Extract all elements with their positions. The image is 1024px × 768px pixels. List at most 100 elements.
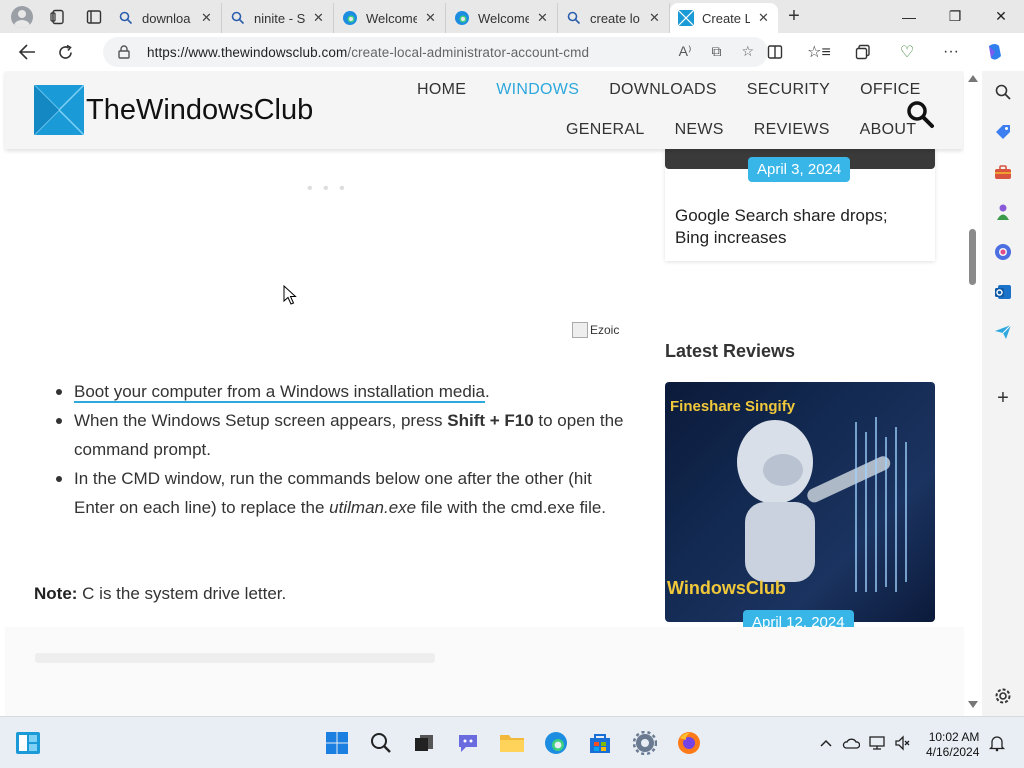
note-label: Note:	[34, 584, 78, 603]
nav-news[interactable]: NEWS	[675, 121, 724, 139]
note-text: C is the system drive letter.	[77, 584, 287, 603]
search-icon	[566, 10, 582, 26]
tab-title: create lo	[590, 10, 640, 26]
news-card[interactable]: April 3, 2024 Google Search share drops;…	[665, 149, 935, 261]
browser-tab[interactable]: Welcome ✕	[446, 3, 558, 33]
site-logo[interactable]: TheWindowsClub	[33, 84, 314, 136]
settings-gear-icon[interactable]	[631, 729, 659, 757]
task-view-icon[interactable]	[410, 729, 438, 757]
edge-icon	[342, 10, 358, 26]
primary-nav: HOME WINDOWS DOWNLOADS SECURITY OFFICE	[417, 81, 921, 99]
browser-essentials-button[interactable]: ♡	[888, 37, 926, 67]
sidebar-tools-icon[interactable]	[992, 161, 1014, 183]
url-host: https://www.thewindowsclub.com	[147, 44, 348, 60]
minimize-button[interactable]: —	[886, 0, 932, 33]
app-available-icon[interactable]: ⧉	[711, 43, 721, 60]
taskbar-clock[interactable]: 10:02 AM 4/16/2024	[926, 730, 979, 760]
nav-security[interactable]: SECURITY	[747, 81, 830, 99]
nav-reviews[interactable]: REVIEWS	[754, 121, 830, 139]
page-scrollbar[interactable]	[964, 71, 982, 716]
url-text[interactable]: https://www.thewindowsclub.com/create-lo…	[147, 45, 589, 60]
lock-icon[interactable]	[117, 45, 131, 59]
onedrive-cloud-icon[interactable]	[840, 729, 862, 757]
browser-tab-active[interactable]: Create Lo ✕	[670, 3, 778, 33]
sidebar-games-icon[interactable]	[992, 201, 1014, 223]
settings-more-button[interactable]: ···	[932, 37, 970, 67]
start-icon[interactable]	[323, 729, 351, 757]
sidebar-m365-icon[interactable]	[992, 241, 1014, 263]
firefox-icon[interactable]	[675, 729, 703, 757]
chat-icon[interactable]	[454, 729, 482, 757]
browser-tab[interactable]: create lo ✕	[558, 3, 670, 33]
browser-tab[interactable]: Welcome ✕	[334, 3, 446, 33]
site-search-icon[interactable]	[905, 99, 935, 129]
scroll-up-icon[interactable]	[968, 75, 978, 82]
copilot-button[interactable]	[976, 37, 1014, 67]
sidebar-send-icon[interactable]	[992, 321, 1014, 343]
close-tab-icon[interactable]: ✕	[649, 10, 661, 26]
review-image-brand: Fineshare Singify	[670, 398, 796, 415]
sticky-ad-banner[interactable]	[5, 627, 964, 716]
show-hidden-icons-chevron-icon[interactable]	[815, 729, 837, 757]
sidebar-search-icon[interactable]	[992, 81, 1014, 103]
nav-windows[interactable]: WINDOWS	[496, 81, 579, 99]
workspaces-button[interactable]	[42, 3, 74, 31]
close-tab-icon[interactable]: ✕	[425, 10, 437, 26]
taskbar-search-icon[interactable]	[367, 729, 395, 757]
store-icon[interactable]	[586, 729, 614, 757]
clock-date: 4/16/2024	[926, 745, 980, 759]
favorites-icon: ☆≡	[807, 44, 831, 61]
logo-text: TheWindowsClub	[86, 93, 314, 126]
tab-title: Welcome	[478, 10, 529, 26]
sidebar-outlook-icon[interactable]	[992, 281, 1014, 303]
favorite-star-icon[interactable]: ☆	[741, 43, 754, 60]
browser-tab[interactable]: ninite - S ✕	[222, 3, 334, 33]
list-item: When the Windows Setup screen appears, p…	[34, 406, 624, 464]
tab-title: Create Lo	[702, 10, 750, 26]
tab-title: Welcome	[366, 10, 417, 26]
nav-general[interactable]: GENERAL	[566, 121, 645, 139]
new-tab-button[interactable]: +	[778, 2, 810, 32]
close-tab-icon[interactable]: ✕	[758, 10, 770, 26]
notification-icon[interactable]	[986, 729, 1008, 757]
split-screen-button[interactable]	[756, 37, 794, 67]
widgets-icon[interactable]	[14, 729, 42, 757]
read-aloud-icon[interactable]: A⁾	[679, 43, 692, 60]
file-explorer-icon[interactable]	[498, 729, 526, 757]
profile-button[interactable]	[6, 3, 38, 31]
split-screen-icon	[767, 45, 783, 59]
close-tab-icon[interactable]: ✕	[313, 10, 325, 26]
search-icon	[118, 10, 134, 26]
review-image[interactable]: Fineshare Singify WindowsClub	[665, 382, 935, 622]
collections-button[interactable]	[844, 37, 882, 67]
close-window-button[interactable]: ✕	[978, 0, 1024, 33]
sidebar-add-icon[interactable]: +	[992, 387, 1014, 409]
news-card-title[interactable]: Google Search share drops; Bing increase…	[675, 205, 925, 249]
close-tab-icon[interactable]: ✕	[201, 10, 213, 26]
address-bar[interactable]: https://www.thewindowsclub.com/create-lo…	[103, 37, 768, 67]
scroll-down-icon[interactable]	[968, 701, 978, 708]
scroll-thumb[interactable]	[969, 229, 976, 285]
sidebar-shopping-icon[interactable]	[992, 121, 1014, 143]
network-icon[interactable]	[866, 729, 888, 757]
step-suffix: .	[485, 382, 490, 401]
boot-installation-media-link[interactable]: Boot your computer from a Windows instal…	[74, 382, 486, 403]
browser-tab[interactable]: downloa ✕	[110, 3, 222, 33]
tab-actions-button[interactable]	[78, 3, 110, 31]
tab-title: downloa	[142, 10, 191, 26]
favorites-button[interactable]: ☆≡	[800, 37, 838, 67]
sidebar-settings-icon[interactable]	[992, 685, 1014, 707]
nav-downloads[interactable]: DOWNLOADS	[609, 81, 717, 99]
ezoic-ad-image[interactable]: Ezoic	[572, 322, 619, 338]
refresh-button[interactable]	[48, 36, 82, 68]
nav-home[interactable]: HOME	[417, 81, 466, 99]
volume-muted-icon[interactable]	[892, 729, 914, 757]
list-item: Boot your computer from a Windows instal…	[34, 377, 624, 406]
ezoic-label: Ezoic	[590, 323, 620, 337]
edge-taskbar-icon[interactable]	[542, 729, 570, 757]
workspaces-icon	[50, 9, 64, 24]
close-tab-icon[interactable]: ✕	[537, 10, 549, 26]
back-button[interactable]	[10, 36, 44, 68]
maximize-button[interactable]: ❐	[932, 0, 978, 33]
nav-office[interactable]: OFFICE	[860, 81, 920, 99]
